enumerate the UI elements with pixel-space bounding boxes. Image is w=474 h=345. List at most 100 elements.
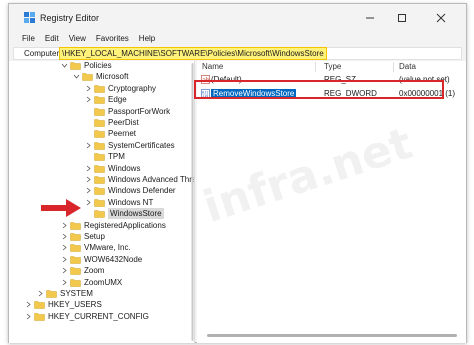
folder-icon: [94, 129, 105, 139]
window-title: Registry Editor: [40, 13, 100, 23]
menu-bar: File Edit View Favorites Help: [17, 32, 160, 45]
tree-item-registeredapplications[interactable]: RegisteredApplications: [61, 220, 166, 231]
tree-item-setup[interactable]: Setup: [61, 231, 105, 242]
chevron-right-icon[interactable]: [61, 267, 68, 274]
menu-favorites[interactable]: Favorites: [91, 32, 134, 45]
chevron-right-icon[interactable]: [61, 233, 68, 240]
folder-icon: [94, 118, 105, 127]
tree-item-label: PeerDist: [108, 118, 139, 127]
tree-item-system[interactable]: SYSTEM: [37, 288, 93, 299]
tree-item-label: RegisteredApplications: [84, 220, 166, 230]
key-tree-pane[interactable]: Policies Microsoft Cryptography Edge Passpor…: [9, 61, 195, 343]
folder-icon: [94, 209, 105, 218]
horizontal-scrollbar[interactable]: [207, 334, 457, 337]
tree-item-label: Setup: [84, 232, 105, 241]
folder-icon: [94, 198, 105, 207]
tree-item-label: Windows Advanced Threa: [108, 175, 195, 184]
chevron-right-icon[interactable]: [85, 199, 92, 206]
folder-icon: [94, 186, 105, 196]
folder-icon: [82, 72, 93, 82]
folder-icon: [94, 84, 105, 93]
chevron-right-icon[interactable]: [37, 290, 44, 297]
tree-item-label: Edge: [108, 95, 127, 105]
chevron-right-icon[interactable]: [61, 222, 68, 229]
tree-item-label: WOW6432Node: [84, 254, 143, 264]
minimize-button[interactable]: [355, 8, 385, 28]
tree-item-label: Zoom: [84, 266, 105, 276]
tree-item-wow6432node[interactable]: WOW6432Node: [61, 254, 142, 265]
column-separator[interactable]: [315, 62, 316, 72]
folder-icon: [94, 164, 105, 173]
folder-icon: [34, 300, 45, 310]
menu-file[interactable]: File: [17, 32, 40, 45]
close-button[interactable]: [426, 8, 456, 28]
tree-item-windows[interactable]: Windows: [85, 163, 140, 174]
folder-icon: [94, 141, 105, 150]
tree-item-passportforwork[interactable]: PassportForWork: [85, 106, 170, 117]
tree-item-label: Windows Defender: [108, 186, 176, 196]
folder-icon: [70, 221, 81, 230]
tree-scrollbar[interactable]: [191, 61, 194, 343]
chevron-right-icon[interactable]: [61, 244, 68, 251]
title-bar[interactable]: Registry Editor: [9, 4, 466, 32]
chevron-right-icon[interactable]: [25, 313, 32, 320]
tree-item-microsoft[interactable]: Microsoft: [73, 71, 128, 82]
address-path[interactable]: \HKEY_LOCAL_MACHINE\SOFTWARE\Policies\Mi…: [59, 47, 327, 60]
column-header-name[interactable]: Name: [202, 61, 223, 73]
tree-item-hkey-current-config[interactable]: HKEY_CURRENT_CONFIG: [25, 311, 149, 322]
tree-item-label: VMware, Inc.: [84, 243, 131, 253]
chevron-right-icon[interactable]: [85, 176, 92, 183]
chevron-right-icon[interactable]: [25, 301, 32, 308]
tree-item-hkey-users[interactable]: HKEY_USERS: [25, 299, 102, 310]
tree-item-tpm[interactable]: TPM: [85, 151, 125, 162]
column-header-data[interactable]: Data: [399, 61, 416, 73]
tree-item-peerdist[interactable]: PeerDist: [85, 117, 139, 128]
tree-item-windowsstore[interactable]: WindowsStore: [85, 208, 164, 220]
column-separator[interactable]: [393, 62, 394, 72]
tree-item-windows-defender[interactable]: Windows Defender: [85, 185, 176, 196]
address-bar[interactable]: Computer \HKEY_LOCAL_MACHINE\SOFTWARE\Po…: [13, 47, 462, 60]
tree-item-label: SystemCertificates: [108, 140, 175, 150]
chevron-down-icon[interactable]: [61, 62, 68, 69]
folder-icon: [70, 255, 81, 264]
tree-item-label: HKEY_CURRENT_CONFIG: [48, 311, 149, 321]
tree-item-edge[interactable]: Edge: [85, 94, 127, 105]
tree-item-label: ZoomUMX: [84, 277, 123, 287]
menu-view[interactable]: View: [64, 32, 91, 45]
tree-item-vmware-inc[interactable]: VMware, Inc.: [61, 242, 131, 253]
maximize-button[interactable]: [387, 8, 417, 28]
folder-icon: [94, 152, 105, 161]
chevron-right-icon[interactable]: [85, 187, 92, 194]
tree-item-windows-nt[interactable]: Windows NT: [85, 197, 153, 208]
chevron-right-icon[interactable]: [61, 279, 68, 286]
tree-item-label: Windows: [108, 163, 141, 173]
tree-item-label: TPM: [108, 152, 125, 162]
tree-item-label: Policies: [84, 61, 112, 70]
tree-item-zoom[interactable]: Zoom: [61, 265, 104, 276]
folder-icon: [34, 312, 45, 321]
tree-item-cryptography[interactable]: Cryptography: [85, 83, 156, 94]
folder-icon: [46, 289, 57, 298]
tree-item-peernet[interactable]: Peernet: [85, 128, 136, 139]
chevron-right-icon[interactable]: [85, 142, 92, 149]
tree-item-windows-advanced-threa[interactable]: Windows Advanced Threa: [85, 174, 195, 185]
chevron-right-icon[interactable]: [85, 165, 92, 172]
tree-item-label: Windows NT: [108, 197, 154, 207]
chevron-down-icon[interactable]: [73, 73, 80, 80]
tree-item-policies[interactable]: Policies: [61, 61, 112, 71]
chevron-right-icon[interactable]: [85, 85, 92, 92]
chevron-right-icon[interactable]: [61, 256, 68, 263]
chevron-right-icon[interactable]: [85, 96, 92, 103]
tree-item-zoomumx[interactable]: ZoomUMX: [61, 277, 122, 288]
folder-icon: [70, 243, 81, 253]
folder-icon: [70, 266, 81, 275]
tree-item-label: PassportForWork: [108, 106, 171, 116]
tree-item-systemcertificates[interactable]: SystemCertificates: [85, 140, 175, 151]
menu-edit[interactable]: Edit: [40, 32, 64, 45]
annotation-highlight-box: [194, 80, 444, 99]
column-header-type[interactable]: Type: [324, 61, 341, 73]
menu-help[interactable]: Help: [134, 32, 160, 45]
annotation-arrow-icon: [41, 199, 81, 217]
folder-icon: [70, 232, 81, 241]
tree-item-label: WindowsStore: [108, 208, 164, 220]
